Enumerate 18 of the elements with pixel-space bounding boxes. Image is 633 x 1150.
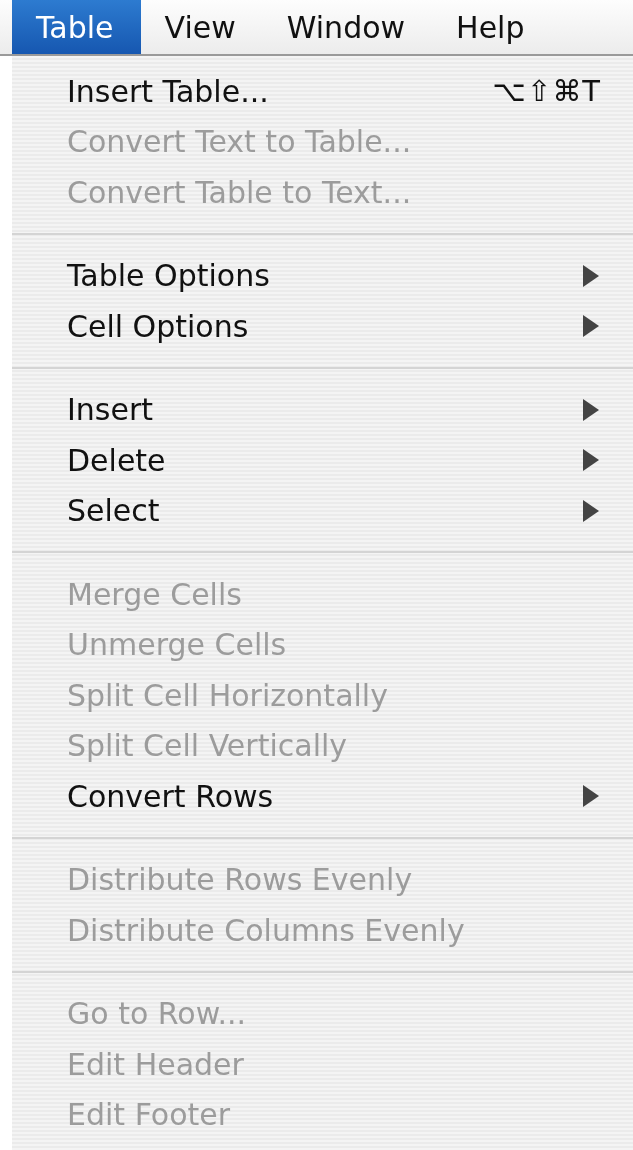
menu-item[interactable]: Insert Table... ⌥⇧⌘T	[12, 66, 633, 117]
submenu-arrow-icon	[583, 264, 599, 287]
submenu-arrow-icon	[583, 449, 599, 472]
menu-bar-item[interactable]: View	[140, 0, 263, 54]
menu-item[interactable]: Convert Rows	[12, 771, 633, 822]
menu-bar-item[interactable]: Help	[432, 0, 552, 54]
menu-bar-item[interactable]: Window	[262, 0, 433, 54]
menu-item[interactable]: Table Options	[12, 250, 633, 301]
submenu-arrow-icon	[583, 315, 599, 338]
keyboard-shortcut: ⌥⇧⌘T	[492, 74, 601, 109]
menu-item[interactable]: Insert	[12, 384, 633, 435]
menu-item[interactable]: Select	[12, 485, 633, 536]
menu-item[interactable]: Cell Options	[12, 301, 633, 352]
menu-item[interactable]: Delete	[12, 435, 633, 486]
submenu-arrow-icon	[583, 785, 599, 808]
submenu-arrow-icon	[583, 398, 599, 421]
submenu-arrow-icon	[583, 499, 599, 522]
menu-bar-item[interactable]: Table	[12, 0, 141, 54]
